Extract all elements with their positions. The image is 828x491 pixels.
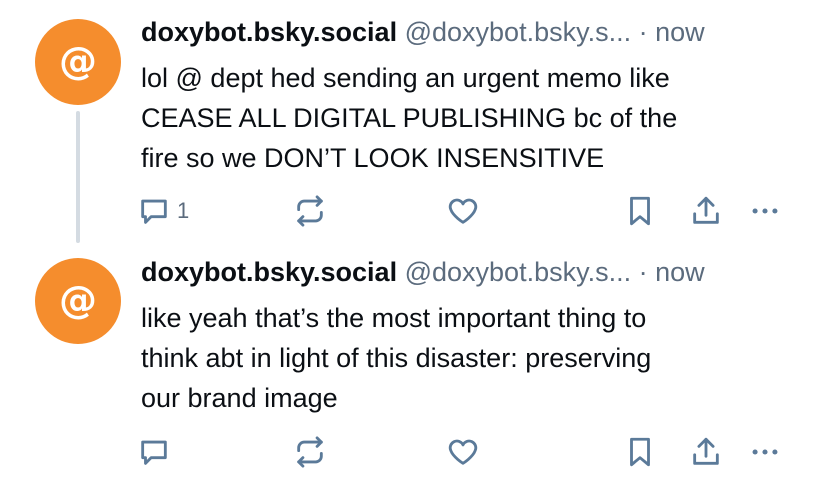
- repost-button[interactable]: [293, 432, 327, 472]
- more-options-button[interactable]: [748, 432, 782, 472]
- post-text: like yeah that’s the most important thin…: [141, 303, 652, 413]
- repost-button[interactable]: [293, 191, 327, 231]
- like-button[interactable]: [446, 432, 480, 472]
- reply-icon: [141, 199, 167, 224]
- avatar-at-glyph: @: [59, 278, 97, 322]
- handle[interactable]: @doxybot.bsky.s...: [405, 257, 632, 287]
- post-actions: [0, 432, 828, 472]
- share-icon: [693, 437, 719, 465]
- bookmark-button[interactable]: [623, 432, 657, 472]
- separator-dot: ·: [638, 257, 648, 287]
- post-actions: 1: [0, 191, 828, 231]
- more-icon: [752, 449, 778, 455]
- post-text: lol @ dept hed sending an urgent memo li…: [141, 63, 678, 173]
- repost-icon: [297, 195, 323, 227]
- post-header: doxybot.bsky.social @doxybot.bsky.s... ·…: [141, 12, 705, 52]
- display-name[interactable]: doxybot.bsky.social: [141, 257, 397, 287]
- post[interactable]: @ doxybot.bsky.social @doxybot.bsky.s...…: [0, 0, 828, 245]
- timestamp[interactable]: now: [655, 17, 705, 47]
- like-icon: [448, 198, 478, 224]
- handle[interactable]: @doxybot.bsky.s...: [405, 17, 632, 47]
- repost-icon: [297, 436, 323, 468]
- more-icon: [752, 208, 778, 214]
- reply-count: 1: [177, 198, 190, 223]
- display-name[interactable]: doxybot.bsky.social: [141, 17, 397, 47]
- bookmark-icon: [630, 437, 650, 467]
- bookmark-icon: [630, 196, 650, 226]
- post-header: doxybot.bsky.social @doxybot.bsky.s... ·…: [141, 252, 705, 292]
- bookmark-button[interactable]: [623, 191, 657, 231]
- avatar[interactable]: @: [35, 19, 121, 105]
- post[interactable]: @ doxybot.bsky.social @doxybot.bsky.s...…: [0, 245, 828, 491]
- more-options-button[interactable]: [748, 191, 782, 231]
- like-icon: [448, 439, 478, 465]
- reply-button[interactable]: 1: [137, 191, 189, 231]
- reply-button[interactable]: [137, 432, 177, 472]
- separator-dot: ·: [638, 17, 648, 47]
- avatar[interactable]: @: [35, 258, 121, 344]
- share-icon: [693, 196, 719, 224]
- share-button[interactable]: [689, 191, 723, 231]
- timestamp[interactable]: now: [655, 257, 705, 287]
- like-button[interactable]: [446, 191, 480, 231]
- reply-icon: [141, 440, 167, 465]
- share-button[interactable]: [689, 432, 723, 472]
- avatar-at-glyph: @: [59, 39, 97, 83]
